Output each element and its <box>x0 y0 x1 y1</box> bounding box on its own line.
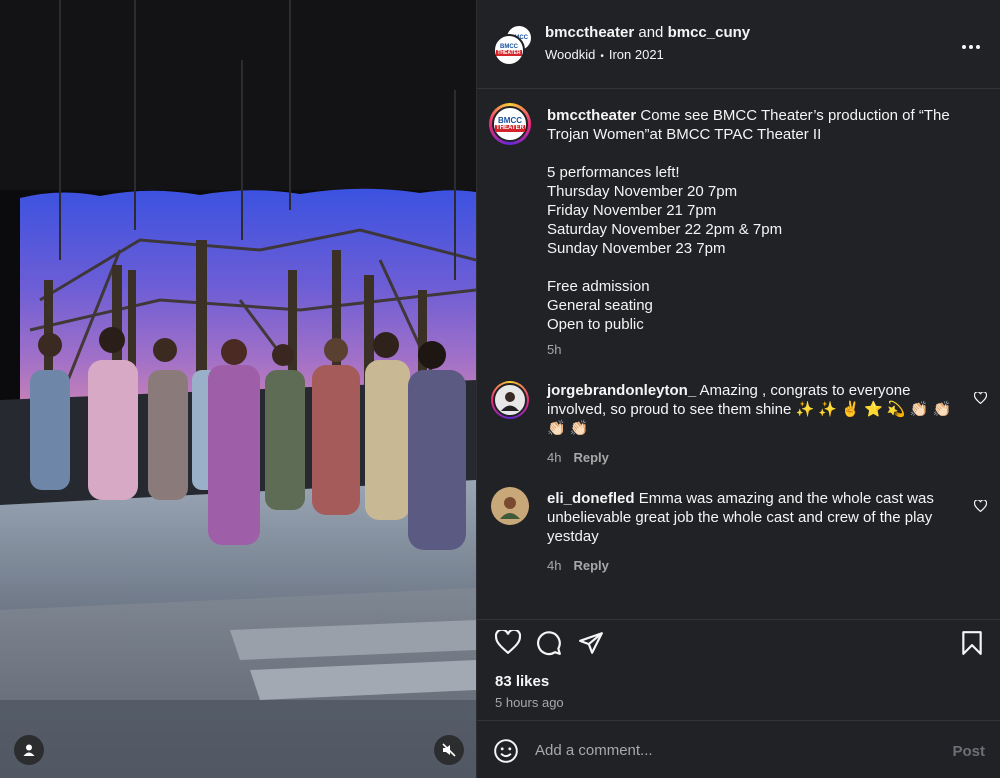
comment-icon <box>537 631 561 656</box>
comment-username[interactable]: eli_donefled <box>547 490 635 507</box>
caption-line: Sunday November 23 7pm <box>547 240 726 257</box>
comment-time: 4h <box>547 450 562 465</box>
comment-time: 4h <box>547 558 562 573</box>
caption-username[interactable]: bmcctheater <box>547 107 636 124</box>
tagged-users-button[interactable] <box>14 735 44 765</box>
likes-count[interactable]: 83 likes <box>495 673 549 690</box>
post-caption: bmcctheater Come see BMCC Theater’s prod… <box>547 106 967 359</box>
author-link-1[interactable]: bmcctheater <box>545 24 634 41</box>
song-name: Iron 2021 <box>608 47 664 62</box>
reply-button[interactable]: Reply <box>573 450 608 465</box>
caption-line <box>547 144 967 163</box>
comment-button[interactable] <box>536 630 562 661</box>
author-link-2[interactable]: bmcc_cuny <box>668 24 751 41</box>
avatar-bmcctheater[interactable]: BMCC THEATER <box>493 34 525 66</box>
like-button[interactable] <box>494 628 522 659</box>
caption-line <box>547 258 967 277</box>
avatar-face-icon <box>500 497 520 519</box>
caption-line: General seating <box>547 297 653 314</box>
commenter-avatar[interactable] <box>491 487 529 525</box>
mute-icon <box>442 743 456 757</box>
caption-line: 5 performances left! <box>547 164 680 181</box>
user-icon <box>23 744 35 756</box>
bookmark-icon <box>962 631 982 655</box>
post-comment-button[interactable]: Post <box>952 743 985 760</box>
add-comment-bar: Post <box>477 720 1000 778</box>
post-timestamp: 5 hours ago <box>495 695 564 710</box>
commenter-avatar[interactable] <box>491 381 529 419</box>
share-icon <box>579 632 603 654</box>
post-header: BMCC BMCC THEATER bmcctheater and bmcc_c… <box>477 0 1000 88</box>
post-panel: BMCC BMCC THEATER bmcctheater and bmcc_c… <box>476 0 1000 778</box>
caption-line: Free admission <box>547 278 650 295</box>
comments-scroll-area[interactable]: BMCC THEATER bmcctheater Come see BMCC T… <box>477 88 1000 618</box>
caption-line: Thursday November 20 7pm <box>547 183 738 200</box>
caption-line: Friday November 21 7pm <box>547 202 717 219</box>
mute-button[interactable] <box>434 735 464 765</box>
like-comment-button[interactable] <box>973 499 988 517</box>
heart-icon <box>973 391 988 405</box>
stage-photo <box>0 0 476 778</box>
like-comment-button[interactable] <box>973 391 988 409</box>
comment-username[interactable]: jorgebrandonleyton_ <box>547 382 696 399</box>
and-text: and <box>638 24 664 41</box>
audio-attribution[interactable]: Woodkid • Iron 2021 <box>545 47 664 62</box>
comment-input[interactable] <box>535 737 915 763</box>
more-icon <box>962 45 980 49</box>
heart-icon <box>494 628 522 655</box>
post-actions: 83 likes 5 hours ago <box>477 619 1000 719</box>
post-authors: bmcctheater and bmcc_cuny <box>545 24 750 41</box>
reply-button[interactable]: Reply <box>573 558 608 573</box>
save-button[interactable] <box>961 630 983 661</box>
caption-line: Saturday November 22 2pm & 7pm <box>547 221 783 238</box>
post-media[interactable] <box>0 0 476 778</box>
collab-avatars[interactable]: BMCC BMCC THEATER <box>493 24 533 66</box>
caption-avatar[interactable]: BMCC THEATER <box>489 103 531 145</box>
caption-line: Open to public <box>547 316 644 333</box>
avatar-face-icon <box>501 392 519 411</box>
emoji-icon <box>494 739 518 763</box>
caption-time: 5h <box>547 342 562 357</box>
share-button[interactable] <box>578 630 604 661</box>
heart-icon <box>973 499 988 513</box>
artist-name: Woodkid <box>545 47 596 62</box>
more-options-button[interactable] <box>961 34 981 55</box>
emoji-button[interactable] <box>493 738 519 769</box>
